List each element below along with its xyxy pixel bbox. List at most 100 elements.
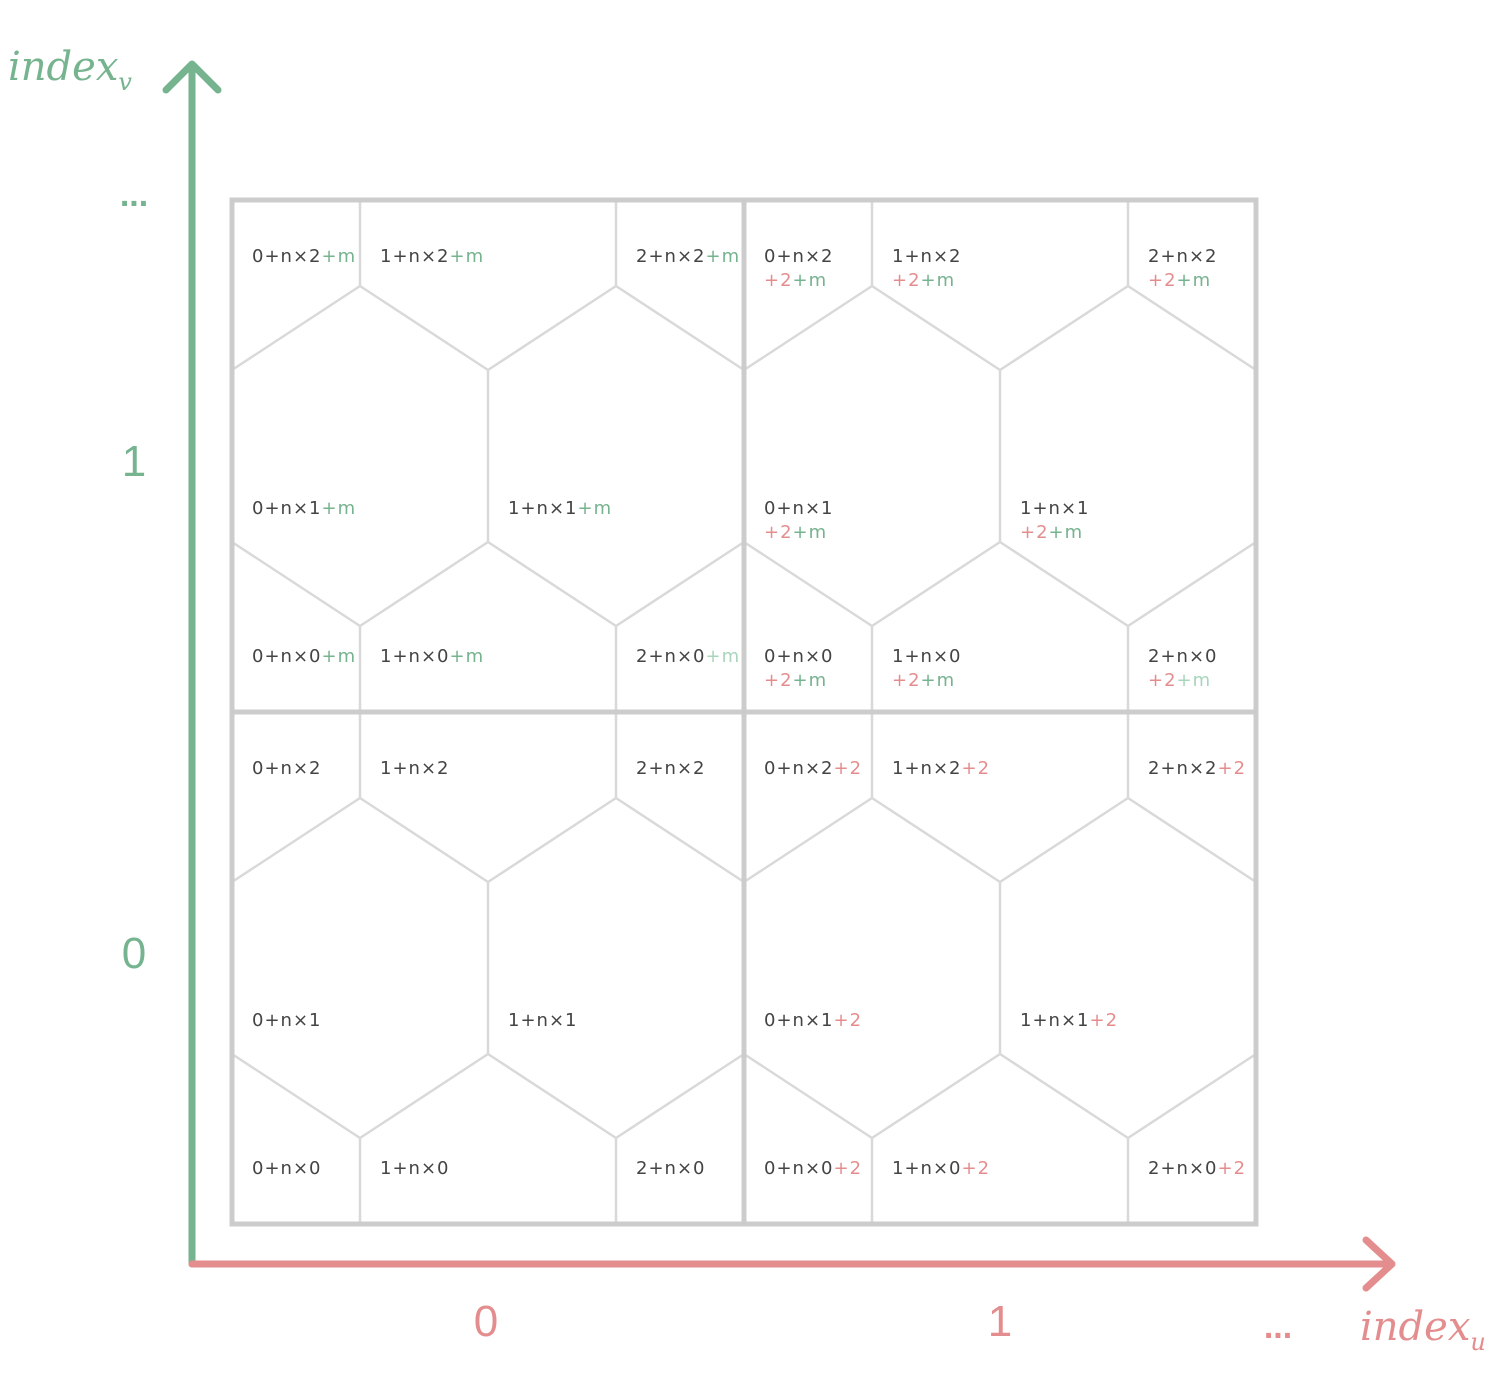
cell-label-base: 2+n×2 <box>1148 246 1217 267</box>
cell-label-0-1: 0+n×1 +2+m <box>764 498 833 543</box>
hex-edge <box>871 1052 1001 1140</box>
cell-label-base: 1+n×2 <box>380 758 449 779</box>
cell-label-base: 2+n×0 <box>1148 1158 1217 1179</box>
hex-edge <box>871 796 1001 884</box>
v-axis-title-subscript: v <box>118 68 132 96</box>
u-axis-title-subscript: u <box>1470 1328 1485 1356</box>
hex-edge <box>871 540 1001 628</box>
cell-label-offset: +2 <box>764 670 793 691</box>
cell-label-1-2: 1+n×2 <box>380 758 449 779</box>
cell-label-base: 1+n×0 <box>892 646 961 667</box>
v-axis-tick-0: 0 <box>122 929 146 978</box>
cell-label-2-2: 2+n×2+2 <box>1148 758 1246 779</box>
cell-label-base: 1+n×2 <box>892 758 961 779</box>
hex-edge <box>1127 796 1257 884</box>
cell-label-base: 1+n×0 <box>892 1158 961 1179</box>
cell-label-2-2: 2+n×2+m <box>636 246 740 267</box>
cell-label-offset: +m <box>793 270 828 291</box>
hex-edge <box>615 540 745 628</box>
cell-label-1-0: 1+n×0 +2+m <box>892 646 961 691</box>
cell-label-base: 0+n×1 <box>252 498 321 519</box>
hex-edge <box>487 540 617 628</box>
cell-label-offset: +m <box>449 646 484 667</box>
hex-edge <box>999 284 1129 372</box>
cell-label-offset: +2 <box>764 522 793 543</box>
cell-label-offset: +m <box>321 498 356 519</box>
cell-label-base: 2+n×2 <box>1148 758 1217 779</box>
cell-label-offset: +m <box>577 498 612 519</box>
hex-edge <box>615 1052 745 1140</box>
cell-label-offset: +2 <box>1217 758 1246 779</box>
cell-label-0-0: 0+n×0 <box>252 1158 321 1179</box>
cell-label-offset: +2 <box>1217 1158 1246 1179</box>
cell-label-2-0: 2+n×0+m <box>636 646 740 667</box>
cell-label-offset: +m <box>321 646 356 667</box>
cell-label-offset: +m <box>321 246 356 267</box>
cell-label-offset: +2 <box>1148 270 1177 291</box>
hex-tiling-diagram: 0+n×2+m 1+n×2+m 2+n×2+m 0+n×1+m 1+n×1+m 0+n×0… <box>0 0 1496 1380</box>
cell-label-offset: +m <box>1177 670 1212 691</box>
cell-label-1-0: 1+n×0 <box>380 1158 449 1179</box>
cell-label-offset: +m <box>921 270 956 291</box>
v-axis-ellipsis: ... <box>120 176 148 214</box>
cell-label-0-1: 0+n×1 <box>252 1010 321 1031</box>
u-axis-title: indexu <box>1360 1304 1486 1356</box>
cell-label-offset: +m <box>793 670 828 691</box>
cell-label-base: 1+n×1 <box>508 498 577 519</box>
u-axis-title-main: index <box>1360 1304 1470 1350</box>
cell-label-offset: +2 <box>833 1010 862 1031</box>
cell-label-0-1: 0+n×1+m <box>252 498 356 519</box>
tile-u1v0: 0+n×2+2 1+n×2+2 2+n×2+20+n×1+2 1+n×1+20+n×0… <box>743 712 1257 1224</box>
cell-label-base: 2+n×0 <box>1148 646 1217 667</box>
cell-label-base: 0+n×2 <box>252 246 321 267</box>
cell-label-offset: +2 <box>833 758 862 779</box>
cell-label-2-2: 2+n×2 +2+m <box>1148 246 1217 291</box>
cell-label-offset: +2 <box>1148 670 1177 691</box>
hex-edge <box>487 284 617 372</box>
cell-label-offset: +m <box>1049 522 1084 543</box>
cell-label-1-0: 1+n×0+2 <box>892 1158 990 1179</box>
hex-edge <box>487 1052 617 1140</box>
hex-edge <box>231 1052 361 1140</box>
cell-label-base: 2+n×0 <box>636 646 705 667</box>
cell-label-base: 1+n×1 <box>508 1010 577 1031</box>
cell-label-0-2: 0+n×2+2 <box>764 758 862 779</box>
cell-label-offset: +m <box>705 646 740 667</box>
hex-edge <box>359 284 489 372</box>
hex-edge <box>999 1052 1129 1140</box>
cell-label-base: 0+n×1 <box>252 1010 321 1031</box>
hex-edge <box>743 796 873 884</box>
cell-label-base: 2+n×2 <box>636 246 705 267</box>
cell-label-0-2: 0+n×2 <box>252 758 321 779</box>
tile-u0v1: 0+n×2+m 1+n×2+m 2+n×2+m0+n×1+m 1+n×1+m0+n×0… <box>231 200 745 712</box>
cell-label-1-1: 1+n×1 <box>508 1010 577 1031</box>
hex-edge <box>1127 540 1257 628</box>
cell-label-1-1: 1+n×1+m <box>508 498 612 519</box>
cell-label-offset: +2 <box>764 270 793 291</box>
hex-edge <box>359 540 489 628</box>
cell-label-base: 1+n×0 <box>380 1158 449 1179</box>
cell-label-2-0: 2+n×0 <box>636 1158 705 1179</box>
cell-label-1-1: 1+n×1 +2+m <box>1020 498 1089 543</box>
cell-label-offset: +m <box>793 522 828 543</box>
cell-label-base: 1+n×1 <box>1020 1010 1089 1031</box>
cell-label-0-2: 0+n×2 +2+m <box>764 246 833 291</box>
cell-label-offset: +2 <box>892 670 921 691</box>
cell-label-0-0: 0+n×0 +2+m <box>764 646 833 691</box>
cell-label-1-0: 1+n×0+m <box>380 646 484 667</box>
v-axis-title-main: index <box>8 44 118 90</box>
cell-label-base: 0+n×0 <box>252 1158 321 1179</box>
cell-label-offset: +2 <box>1089 1010 1118 1031</box>
hex-edge <box>359 1052 489 1140</box>
hex-edge <box>231 796 361 884</box>
cell-label-1-2: 1+n×2+2 <box>892 758 990 779</box>
hex-edge <box>615 284 745 372</box>
cell-label-offset: +m <box>921 670 956 691</box>
hex-edge <box>231 284 361 372</box>
cell-label-2-0: 2+n×0+2 <box>1148 1158 1246 1179</box>
tile-u1v1: 0+n×2 +2+m1+n×2 +2+m2+n×2 +2+m0+n×1 +2+m1+n×… <box>743 200 1257 712</box>
cell-label-base: 1+n×0 <box>380 646 449 667</box>
cell-label-base: 0+n×1 <box>764 1010 833 1031</box>
hex-edge <box>999 796 1129 884</box>
cell-label-2-2: 2+n×2 <box>636 758 705 779</box>
